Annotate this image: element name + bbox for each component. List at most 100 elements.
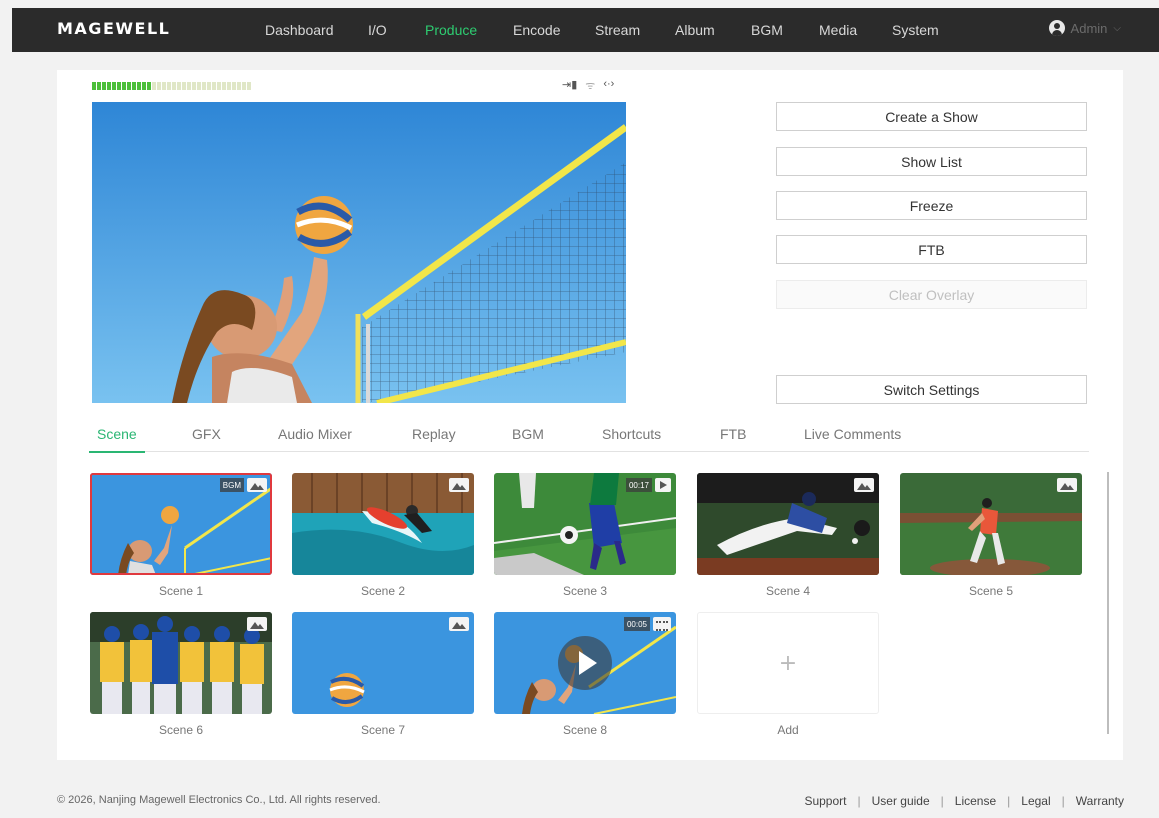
nav-produce[interactable]: Produce xyxy=(425,22,477,38)
scene-card-5[interactable]: Scene 5 xyxy=(900,473,1082,598)
divider: | xyxy=(940,794,944,808)
scene-list-scrollbar[interactable] xyxy=(1107,472,1109,734)
user-avatar-icon xyxy=(1048,20,1065,36)
meter-segment xyxy=(137,82,141,90)
meter-segment xyxy=(247,82,251,90)
freeze-button[interactable]: Freeze xyxy=(776,191,1087,220)
scene-label: Scene 2 xyxy=(360,584,406,598)
meter-segment xyxy=(182,82,186,90)
scene-label: Scene 7 xyxy=(360,723,406,737)
license-link[interactable]: License xyxy=(955,794,996,808)
footer-links: Support | User guide | License | Legal |… xyxy=(804,794,1124,808)
tab-replay[interactable]: Replay xyxy=(412,426,456,452)
nav-album[interactable]: Album xyxy=(675,22,715,38)
wifi-icon: ᯤ xyxy=(585,80,596,92)
scene-label: Scene 3 xyxy=(562,584,608,598)
nav-bgm[interactable]: BGM xyxy=(751,22,783,38)
scene-card-3[interactable]: 00:17 Scene 3 xyxy=(494,473,676,598)
divider: | xyxy=(1007,794,1011,808)
meter-segment xyxy=(162,82,166,90)
produce-tabs: Scene GFX Audio Mixer Replay BGM Shortcu… xyxy=(89,426,1089,453)
meter-segment xyxy=(102,82,106,90)
scene-card-4[interactable]: Scene 4 xyxy=(697,473,879,598)
meter-segment xyxy=(122,82,126,90)
add-scene-button[interactable]: + xyxy=(697,612,879,714)
scene-label: Scene 4 xyxy=(765,584,811,598)
create-show-button[interactable]: Create a Show xyxy=(776,102,1087,131)
scene-badges xyxy=(854,478,874,492)
scene-thumbnail: BGM xyxy=(90,473,272,575)
meter-segment xyxy=(127,82,131,90)
tab-audio-mixer[interactable]: Audio Mixer xyxy=(278,426,352,452)
scene-badges: 00:05 xyxy=(623,617,671,631)
tab-gfx[interactable]: GFX xyxy=(192,426,221,452)
nav-encode[interactable]: Encode xyxy=(513,22,560,38)
tab-ftb[interactable]: FTB xyxy=(720,426,746,452)
warranty-link[interactable]: Warranty xyxy=(1076,794,1124,808)
scene-card-1[interactable]: BGM Scene 1 xyxy=(90,473,272,598)
nav-io[interactable]: I/O xyxy=(368,22,387,38)
meter-segment xyxy=(167,82,171,90)
scene-label: Scene 1 xyxy=(158,584,204,598)
plus-icon: + xyxy=(778,650,798,676)
brand-logo: MAGEWELL xyxy=(57,19,171,38)
meter-segment xyxy=(207,82,211,90)
copyright-text: © 2026, Nanjing Magewell Electronics Co.… xyxy=(57,794,381,806)
meter-segment xyxy=(132,82,136,90)
produce-panel: ⇥▮ ᯤ ‹·› Create a Show Show List Freeze … xyxy=(57,70,1123,760)
chevron-down-icon: ⌵ xyxy=(1113,22,1121,34)
image-icon xyxy=(449,478,469,492)
meter-segment xyxy=(177,82,181,90)
meter-segment xyxy=(217,82,221,90)
meter-segment xyxy=(192,82,196,90)
switch-settings-button[interactable]: Switch Settings xyxy=(776,375,1087,404)
scene-badges xyxy=(449,617,469,631)
ftb-button[interactable]: FTB xyxy=(776,235,1087,264)
top-navigation-bar: MAGEWELL Dashboard I/O Produce Encode St… xyxy=(12,8,1159,52)
meter-segment xyxy=(232,82,236,90)
meter-segment xyxy=(237,82,241,90)
scene-card-8[interactable]: 00:05 Scene 8 xyxy=(494,612,676,737)
bgm-badge: BGM xyxy=(219,478,244,492)
meter-segment xyxy=(107,82,111,90)
legal-link[interactable]: Legal xyxy=(1021,794,1050,808)
meter-segment xyxy=(227,82,231,90)
scene-thumbnail: 00:17 xyxy=(494,473,676,575)
play-button-icon[interactable] xyxy=(558,636,612,690)
scene-badges xyxy=(1057,478,1077,492)
meter-segment xyxy=(157,82,161,90)
duration-badge: 00:05 xyxy=(623,617,650,631)
scene-card-6[interactable]: Scene 6 xyxy=(90,612,272,737)
meter-segment xyxy=(142,82,146,90)
nav-stream[interactable]: Stream xyxy=(595,22,640,38)
scene-badges: 00:17 xyxy=(625,478,671,492)
tab-scene[interactable]: Scene xyxy=(89,426,145,453)
scene-thumbnail xyxy=(697,473,879,575)
show-list-button[interactable]: Show List xyxy=(776,147,1087,176)
support-link[interactable]: Support xyxy=(804,794,846,808)
add-scene-card[interactable]: + Add xyxy=(697,612,879,737)
divider: | xyxy=(857,794,861,808)
tab-bgm[interactable]: BGM xyxy=(512,426,544,452)
meter-segment xyxy=(187,82,191,90)
tab-live-comments[interactable]: Live Comments xyxy=(804,426,901,452)
scene-thumbnail xyxy=(90,612,272,714)
scene-card-2[interactable]: Scene 2 xyxy=(292,473,474,598)
program-preview xyxy=(92,102,626,403)
meter-segment xyxy=(212,82,216,90)
scene-badges xyxy=(247,617,267,631)
meter-segment xyxy=(172,82,176,90)
nav-media[interactable]: Media xyxy=(819,22,857,38)
image-icon xyxy=(1057,478,1077,492)
video-icon xyxy=(655,478,671,492)
clear-overlay-button[interactable]: Clear Overlay xyxy=(776,280,1087,309)
tab-shortcuts[interactable]: Shortcuts xyxy=(602,426,661,452)
scene-thumbnail xyxy=(900,473,1082,575)
scene-card-7[interactable]: Scene 7 xyxy=(292,612,474,737)
user-menu[interactable]: Admin ⌵ xyxy=(1048,20,1121,36)
nav-system[interactable]: System xyxy=(892,22,939,38)
nav-dashboard[interactable]: Dashboard xyxy=(265,22,334,38)
meter-segment xyxy=(197,82,201,90)
user-guide-link[interactable]: User guide xyxy=(872,794,930,808)
meter-segment xyxy=(147,82,151,90)
